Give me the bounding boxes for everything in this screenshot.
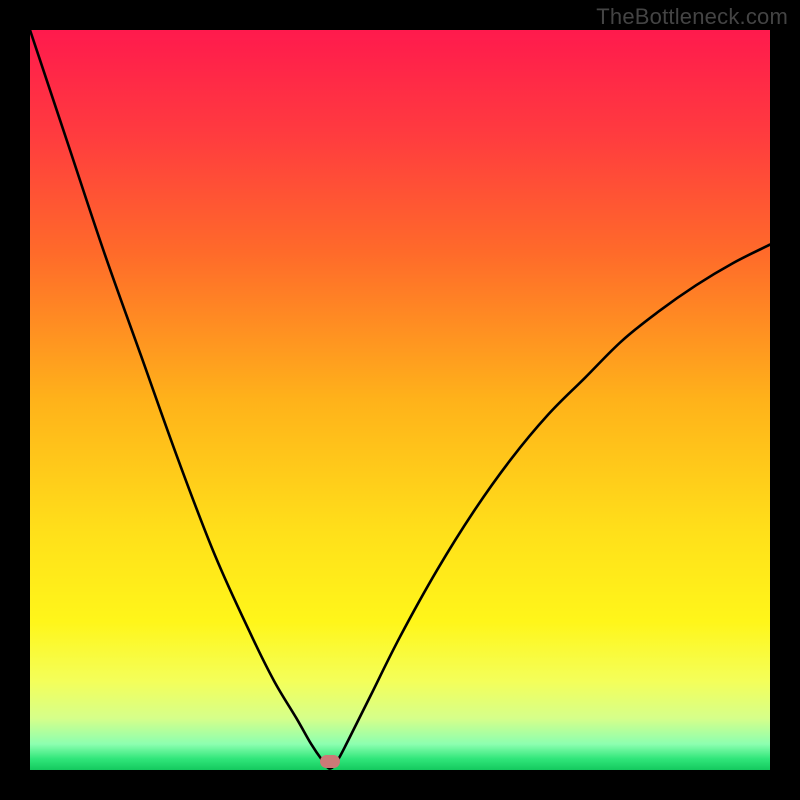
watermark-text: TheBottleneck.com [596,4,788,30]
bottleneck-curve [30,30,770,769]
curve-layer [30,30,770,770]
optimum-marker [320,755,340,768]
